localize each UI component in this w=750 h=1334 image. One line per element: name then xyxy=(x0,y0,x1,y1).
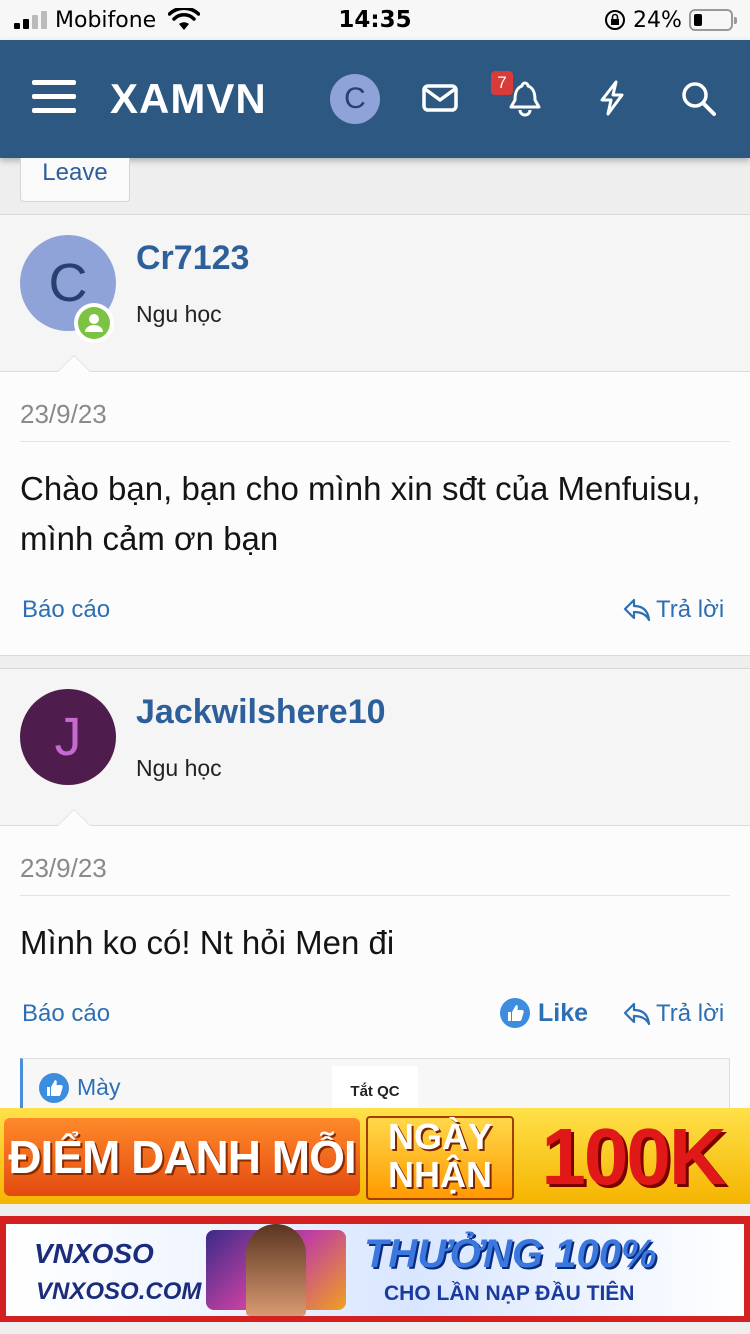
message-body: Chào bạn, bạn cho mình xin sđt của Menfu… xyxy=(20,470,701,557)
report-link[interactable]: Báo cáo xyxy=(22,1000,110,1028)
ad-model-image xyxy=(246,1224,306,1316)
menu-icon[interactable] xyxy=(32,80,76,116)
ad-text: NHẬN xyxy=(388,1154,492,1195)
battery-icon xyxy=(689,9,737,31)
leave-button[interactable]: Leave xyxy=(20,158,130,202)
ad-text: ĐIỂM DANH MỖI xyxy=(4,1118,360,1196)
top-navigation: XAMVN C 7 xyxy=(0,40,750,158)
message-user-header: J Jackwilshere10 Ngu học xyxy=(0,669,750,826)
online-status-icon xyxy=(74,303,114,343)
reply-button[interactable]: Trả lời xyxy=(622,596,724,624)
battery-percent: 24% xyxy=(633,8,682,33)
reply-icon xyxy=(623,598,651,622)
ad-text: NGÀY xyxy=(387,1116,492,1157)
ad-text-box: NGÀY NHẬN xyxy=(366,1116,514,1200)
notification-badge: 7 xyxy=(491,71,513,95)
inbox-icon[interactable] xyxy=(420,78,460,118)
username-link[interactable]: Jackwilshere10 xyxy=(136,693,386,732)
reaction-user[interactable]: Mày xyxy=(77,1074,120,1101)
reply-button[interactable]: Trả lời xyxy=(622,1000,724,1028)
ad-amount: 100K xyxy=(541,1112,726,1201)
report-link[interactable]: Báo cáo xyxy=(22,596,110,624)
user-avatar[interactable]: J xyxy=(20,689,116,785)
message-user-header: C Cr7123 Ngu học xyxy=(0,215,750,372)
ad-banner[interactable]: ĐIỂM DANH MỖI NGÀY NHẬN 100K xyxy=(0,1108,750,1204)
lightning-icon[interactable] xyxy=(592,78,632,118)
ad-subline: CHO LẦN NẠP ĐẦU TIÊN xyxy=(384,1282,635,1305)
like-button[interactable]: Like xyxy=(500,998,588,1028)
reply-label: Trả lời xyxy=(656,596,725,623)
message-post: C Cr7123 Ngu học 23/9/23 Chào bạn, bạn c… xyxy=(0,214,750,656)
ad-headline: THƯỞNG 100% xyxy=(364,1232,657,1276)
like-label: Like xyxy=(538,998,589,1027)
search-icon[interactable] xyxy=(678,78,718,118)
reply-label: Trả lời xyxy=(656,1000,725,1027)
reply-icon xyxy=(623,1002,651,1026)
rotation-lock-icon xyxy=(605,10,625,30)
close-ad-button[interactable]: Tắt QC xyxy=(332,1066,418,1108)
username-link[interactable]: Cr7123 xyxy=(136,239,249,278)
ad-site: VNXOSO.COM xyxy=(36,1278,202,1305)
message-date[interactable]: 23/9/23 xyxy=(20,853,107,884)
ad-banner[interactable]: VNXOSO VNXOSO.COM THƯỞNG 100% CHO LẦN NẠ… xyxy=(0,1216,750,1322)
thumbs-up-icon xyxy=(39,1073,69,1103)
status-bar: Mobifone 14:35 24% xyxy=(0,0,750,40)
ad-logo: VNXOSO xyxy=(34,1238,154,1269)
user-title: Ngu học xyxy=(136,755,222,781)
message-body: Mình ko có! Nt hỏi Men đi xyxy=(20,924,395,961)
message-date[interactable]: 23/9/23 xyxy=(20,399,107,430)
thumbs-up-icon xyxy=(500,998,530,1028)
account-avatar[interactable]: C xyxy=(330,74,380,124)
site-logo[interactable]: XAMVN xyxy=(110,75,267,123)
user-title: Ngu học xyxy=(136,301,222,327)
